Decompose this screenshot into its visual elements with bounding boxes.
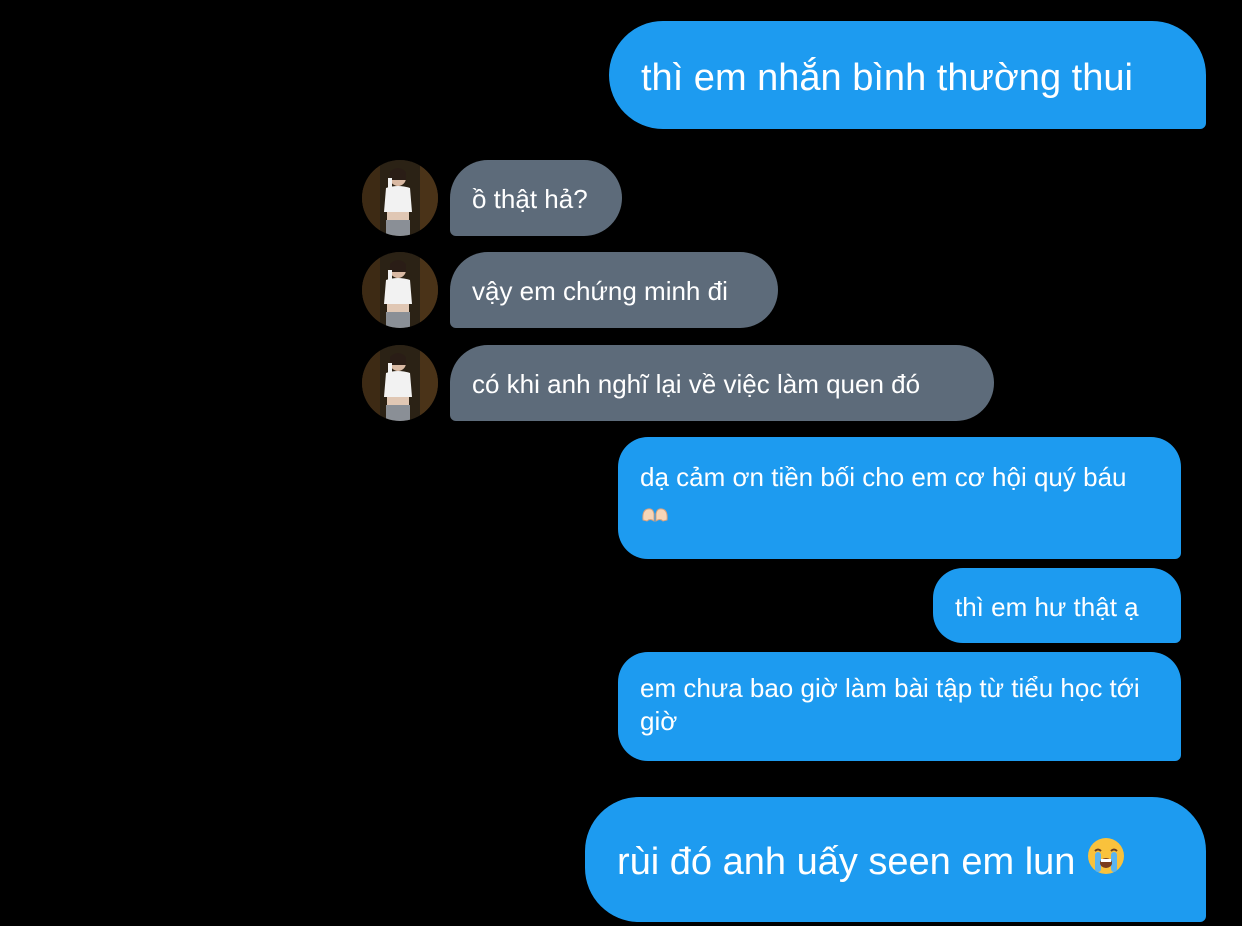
message-text: thì em nhắn bình thường thui [641, 57, 1133, 99]
message-text: có khi anh nghĩ lại về việc làm quen đó [472, 369, 921, 399]
person-photo-icon [362, 252, 438, 328]
message-text: em chưa bao giờ làm bài tập từ tiểu học … [640, 673, 1140, 736]
message-bubble-received[interactable]: vậy em chứng minh đi [450, 252, 778, 328]
message-text: thì em hư thật ạ [955, 592, 1139, 622]
message-bubble-sent[interactable]: thì em nhắn bình thường thui [609, 21, 1206, 129]
message-text: vậy em chứng minh đi [472, 276, 728, 306]
message-text: ồ thật hả? [472, 184, 588, 214]
message-bubble-received[interactable]: có khi anh nghĩ lại về việc làm quen đó [450, 345, 994, 421]
message-bubble-received[interactable]: ồ thật hả? [450, 160, 622, 236]
message-text: rùi đó anh uấy seen em lun [617, 841, 1076, 883]
loudly-crying-face-icon [1086, 836, 1126, 892]
message-bubble-sent[interactable]: rùi đó anh uấy seen em lun [585, 797, 1206, 922]
contact-avatar[interactable] [362, 160, 438, 236]
contact-avatar[interactable] [362, 252, 438, 328]
message-bubble-sent[interactable]: em chưa bao giờ làm bài tập từ tiểu học … [618, 652, 1181, 761]
heart-hands-icon [640, 499, 670, 539]
person-photo-icon [362, 160, 438, 236]
contact-avatar[interactable] [362, 345, 438, 421]
message-bubble-sent[interactable]: dạ cảm ơn tiền bối cho em cơ hội quý báu [618, 437, 1181, 559]
message-bubble-sent[interactable]: thì em hư thật ạ [933, 568, 1181, 643]
message-text: dạ cảm ơn tiền bối cho em cơ hội quý báu [640, 462, 1127, 492]
person-photo-icon [362, 345, 438, 421]
